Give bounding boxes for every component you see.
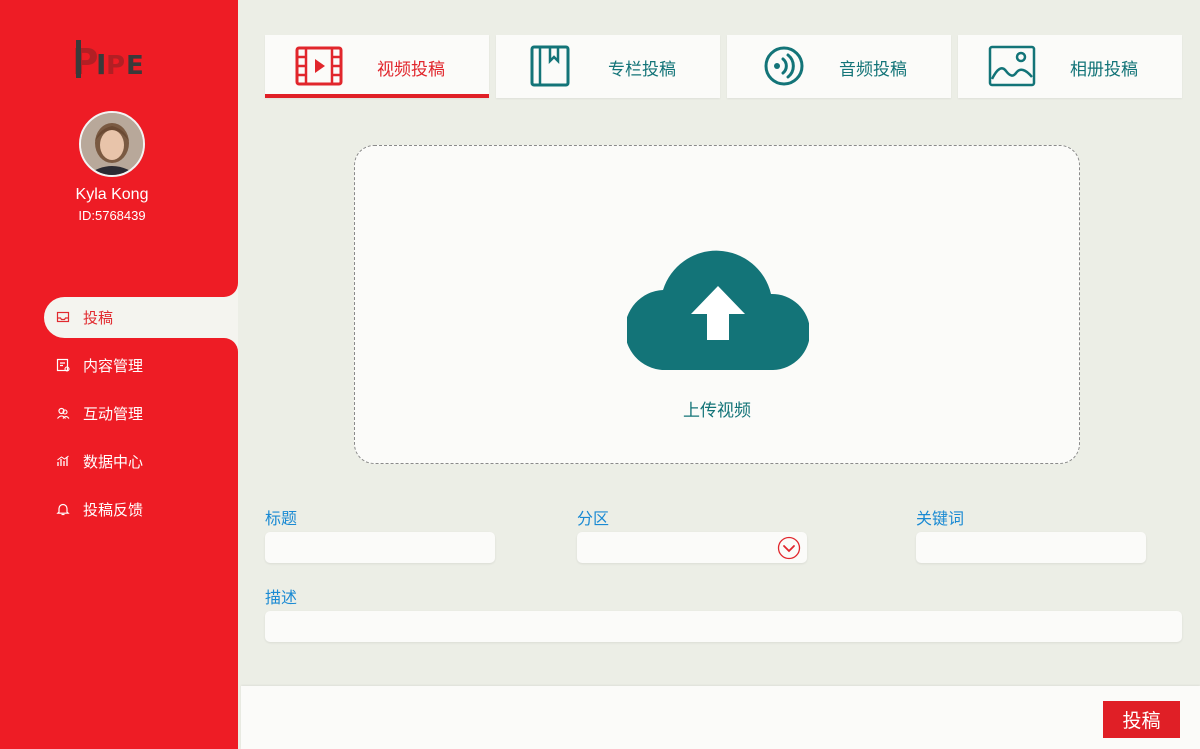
footer-bar: 投稿: [241, 686, 1200, 749]
tab-video-submission[interactable]: 视频投稿: [265, 35, 489, 98]
keywords-label: 关键词: [916, 509, 965, 528]
description-label: 描述: [265, 588, 298, 607]
tab-label: 相册投稿: [1070, 60, 1138, 80]
tab-album-submission[interactable]: 相册投稿: [958, 35, 1182, 98]
svg-text:P: P: [72, 42, 97, 82]
svg-text:I: I: [96, 48, 106, 81]
user-id: ID:5768439: [78, 208, 146, 223]
category-select[interactable]: [577, 532, 807, 563]
tab-label: 专栏投稿: [608, 60, 676, 80]
user-name: Kyla Kong: [75, 186, 149, 203]
nav-curve: [224, 283, 238, 297]
book-icon: [530, 45, 570, 87]
tab-label: 视频投稿: [377, 60, 445, 80]
sidebar-item-label: 内容管理: [83, 356, 144, 375]
sidebar-item-data[interactable]: 数据中心: [56, 449, 143, 473]
chart-icon: [57, 455, 69, 466]
sidebar-item-label: 投稿: [83, 308, 114, 327]
nav-curve: [224, 338, 238, 352]
sidebar-item-label: 数据中心: [83, 452, 144, 471]
image-icon: [988, 45, 1036, 87]
keywords-input[interactable]: [916, 532, 1146, 563]
sidebar-item-content[interactable]: 内容管理: [56, 353, 143, 377]
tab-column-submission[interactable]: 专栏投稿: [496, 35, 720, 98]
description-input[interactable]: [265, 611, 1182, 642]
title-label: 标题: [265, 509, 298, 528]
chevron-down-icon[interactable]: [777, 536, 801, 560]
upload-dropzone[interactable]: 上传视频: [354, 145, 1080, 464]
content-icon: [56, 358, 70, 372]
bell-icon: [56, 503, 70, 516]
tab-audio-submission[interactable]: 音频投稿: [727, 35, 951, 98]
sidebar-item-submit[interactable]: 投稿: [56, 305, 113, 329]
upload-label: 上传视频: [683, 401, 751, 421]
users-icon: [57, 407, 70, 419]
svg-text:P: P: [106, 51, 125, 81]
sidebar-item-feedback[interactable]: 投稿反馈: [56, 497, 143, 521]
category-label: 分区: [577, 509, 610, 528]
inbox-icon: [56, 311, 70, 323]
pipe-logo: P I P E: [72, 40, 144, 82]
audio-icon: [764, 46, 804, 86]
sidebar-item-label: 互动管理: [83, 404, 144, 423]
sidebar-item-label: 投稿反馈: [83, 500, 144, 519]
svg-text:E: E: [126, 51, 144, 81]
title-input[interactable]: [265, 532, 495, 563]
avatar[interactable]: [79, 111, 145, 177]
tab-label: 音频投稿: [839, 60, 907, 80]
sidebar-item-interaction[interactable]: 互动管理: [56, 401, 143, 425]
film-icon: [295, 46, 343, 86]
cloud-upload-icon: [627, 250, 809, 371]
submit-button[interactable]: 投稿: [1103, 701, 1180, 738]
